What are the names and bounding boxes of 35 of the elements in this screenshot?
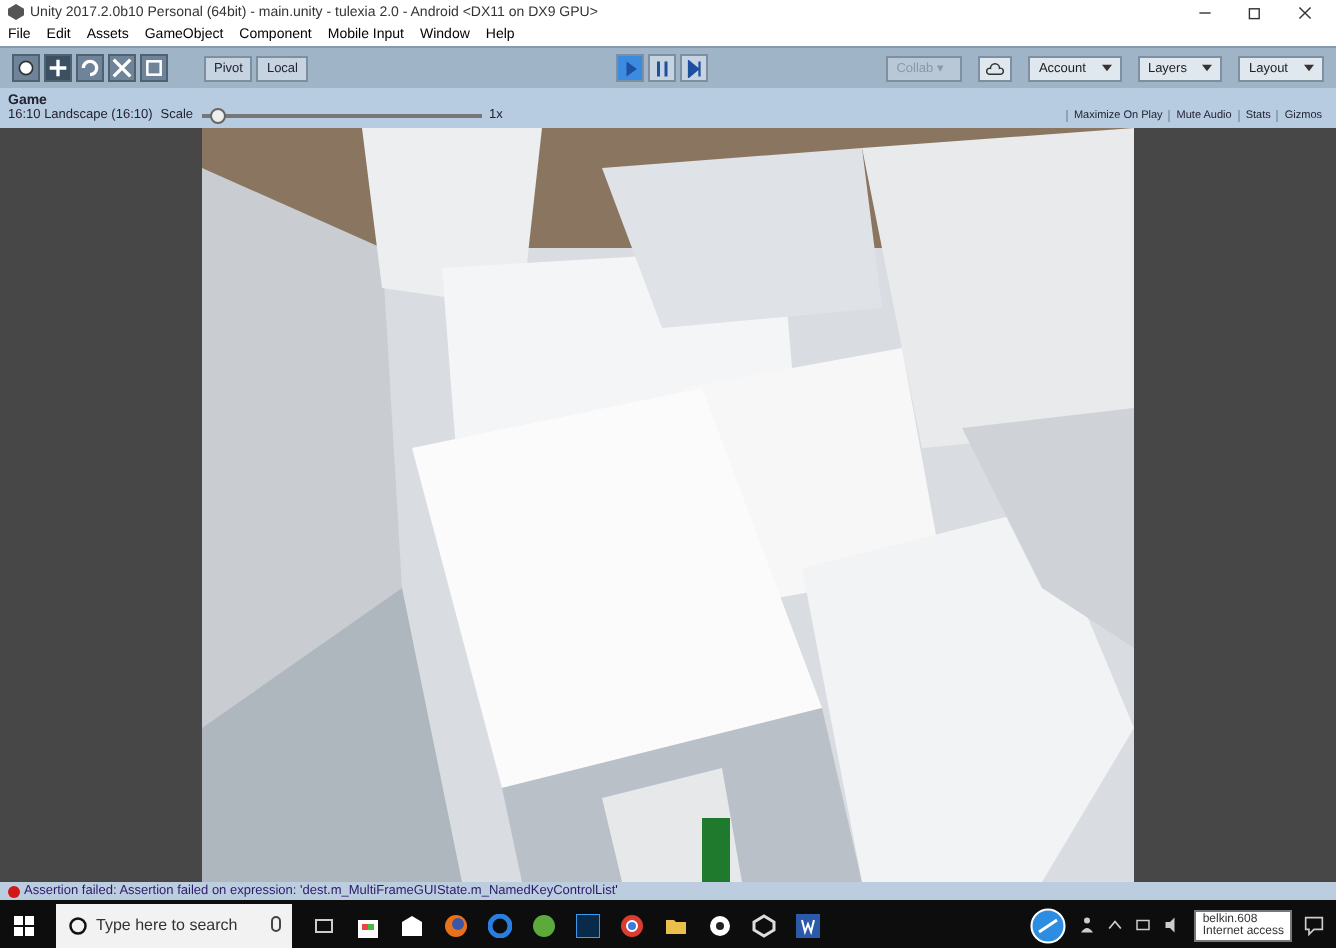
caret-icon <box>1304 64 1314 72</box>
search-field[interactable]: Type here to search <box>56 903 292 947</box>
rect-icon <box>144 58 164 78</box>
app-circle-icon[interactable] <box>1030 907 1067 943</box>
person-icon[interactable] <box>1078 916 1097 934</box>
pause-icon <box>653 59 671 77</box>
cloud-button[interactable] <box>978 55 1013 81</box>
task-view-icon[interactable] <box>312 913 336 937</box>
rotate-icon <box>80 58 100 78</box>
pause-button[interactable] <box>648 54 676 82</box>
windows-start-icon[interactable] <box>12 913 36 937</box>
scale-icon <box>112 58 132 78</box>
cloud-icon <box>986 61 1005 75</box>
scale-tool-button[interactable] <box>108 54 136 82</box>
close-icon[interactable] <box>1298 5 1312 19</box>
browser-icon[interactable] <box>444 913 468 937</box>
restore-icon[interactable] <box>1248 5 1262 19</box>
move-tool-button[interactable] <box>44 54 72 82</box>
caret-icon <box>1101 64 1112 72</box>
hand-tool-button[interactable] <box>12 54 40 82</box>
search-icon <box>68 915 88 935</box>
caret-icon[interactable] <box>1108 918 1123 932</box>
step-button[interactable] <box>680 54 708 82</box>
rotate-tool-button[interactable] <box>76 54 104 82</box>
play-icon <box>621 59 639 77</box>
move-icon <box>48 58 68 78</box>
caret-icon <box>1202 64 1213 72</box>
notification-icon[interactable] <box>1304 915 1324 935</box>
error-icon <box>8 885 20 897</box>
rect-tool-button[interactable] <box>140 54 168 82</box>
microphone-icon[interactable] <box>270 915 282 935</box>
word-icon[interactable] <box>796 913 820 937</box>
chrome-icon[interactable] <box>620 913 644 937</box>
unity-logo-icon <box>8 4 24 20</box>
step-icon <box>685 59 703 77</box>
